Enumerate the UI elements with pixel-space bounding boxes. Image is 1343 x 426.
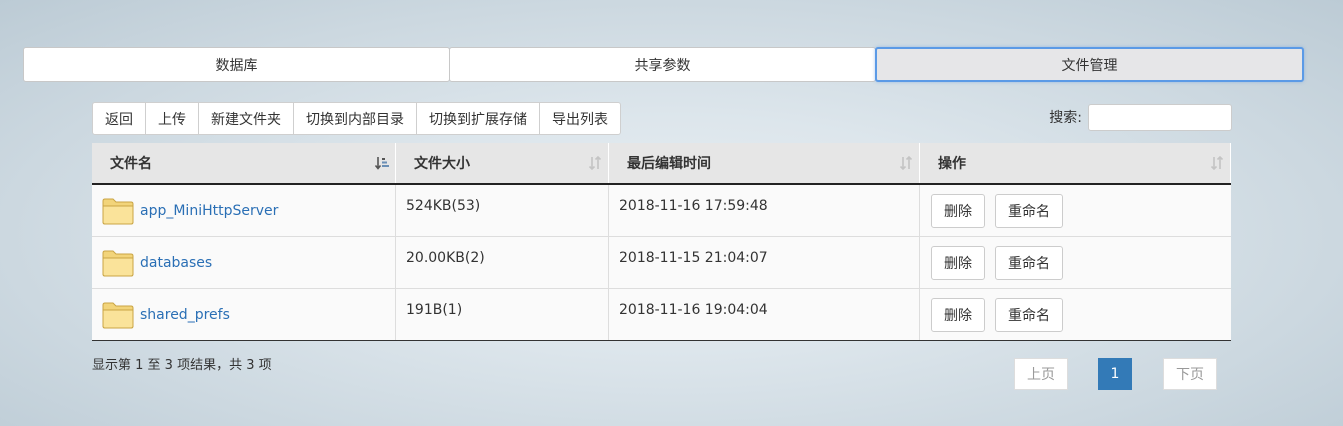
cell-filesize: 20.00KB(2) [396, 237, 609, 288]
header-label: 文件大小 [414, 156, 470, 172]
rename-button[interactable]: 重命名 [995, 297, 1063, 332]
header-actions[interactable]: 操作 [920, 143, 1231, 183]
cell-actions: 删除 重命名 [920, 237, 1231, 288]
cell-modified-time: 2018-11-16 19:04:04 [609, 289, 920, 340]
tab-shared-prefs[interactable]: 共享参数 [449, 47, 876, 82]
page-number-button[interactable]: 1 [1098, 358, 1132, 390]
sort-asc-icon [375, 157, 389, 170]
cell-filesize: 524KB(53) [396, 185, 609, 236]
folder-icon [102, 250, 134, 276]
back-button[interactable]: 返回 [92, 102, 146, 135]
cell-actions: 删除 重命名 [920, 289, 1231, 340]
rename-button[interactable]: 重命名 [995, 245, 1063, 280]
folder-icon [102, 302, 134, 328]
header-label: 最后编辑时间 [627, 156, 711, 172]
cell-actions: 删除 重命名 [920, 185, 1231, 236]
new-folder-button[interactable]: 新建文件夹 [198, 102, 294, 135]
folder-link[interactable]: shared_prefs [140, 307, 230, 323]
file-toolbar: 返回 上传 新建文件夹 切换到内部目录 切换到扩展存储 导出列表 [92, 102, 621, 135]
folder-link[interactable]: databases [140, 255, 212, 271]
switch-external-button[interactable]: 切换到扩展存储 [416, 102, 540, 135]
table-header: 文件名 文件大小 最后编辑时间 操作 [92, 143, 1231, 185]
rename-button[interactable]: 重命名 [995, 193, 1063, 228]
search-label: 搜索: [1049, 110, 1082, 126]
pagination-info: 显示第 1 至 3 项结果，共 3 项 [92, 358, 272, 373]
prev-page-button[interactable]: 上页 [1014, 358, 1068, 390]
header-filesize[interactable]: 文件大小 [396, 143, 609, 183]
folder-icon [102, 198, 134, 224]
header-label: 文件名 [110, 156, 152, 172]
header-filename[interactable]: 文件名 [92, 143, 396, 183]
sort-both-icon [1210, 156, 1224, 170]
top-tab-bar: 数据库 共享参数 文件管理 [23, 47, 1304, 82]
table-row: shared_prefs 191B(1) 2018-11-16 19:04:04… [92, 289, 1231, 341]
header-modified-time[interactable]: 最后编辑时间 [609, 143, 920, 183]
search-box: 搜索: [1049, 102, 1232, 132]
switch-internal-button[interactable]: 切换到内部目录 [293, 102, 417, 135]
table-row: app_MiniHttpServer 524KB(53) 2018-11-16 … [92, 185, 1231, 237]
cell-filename: app_MiniHttpServer [92, 185, 396, 236]
folder-link[interactable]: app_MiniHttpServer [140, 203, 278, 219]
export-list-button[interactable]: 导出列表 [539, 102, 621, 135]
header-label: 操作 [938, 156, 966, 172]
tab-database[interactable]: 数据库 [23, 47, 450, 82]
cell-filename: shared_prefs [92, 289, 396, 340]
next-page-button[interactable]: 下页 [1163, 358, 1217, 390]
delete-button[interactable]: 删除 [931, 297, 985, 332]
sort-both-icon [588, 156, 602, 170]
tab-file-manager[interactable]: 文件管理 [875, 47, 1304, 82]
upload-button[interactable]: 上传 [145, 102, 199, 135]
cell-modified-time: 2018-11-16 17:59:48 [609, 185, 920, 236]
cell-filename: databases [92, 237, 396, 288]
delete-button[interactable]: 删除 [931, 193, 985, 228]
cell-modified-time: 2018-11-15 21:04:07 [609, 237, 920, 288]
table-row: databases 20.00KB(2) 2018-11-15 21:04:07… [92, 237, 1231, 289]
sort-both-icon [899, 156, 913, 170]
cell-filesize: 191B(1) [396, 289, 609, 340]
search-input[interactable] [1088, 103, 1232, 131]
delete-button[interactable]: 删除 [931, 245, 985, 280]
file-table: 文件名 文件大小 最后编辑时间 操作 app_MiniHttpServer 52… [92, 143, 1231, 341]
